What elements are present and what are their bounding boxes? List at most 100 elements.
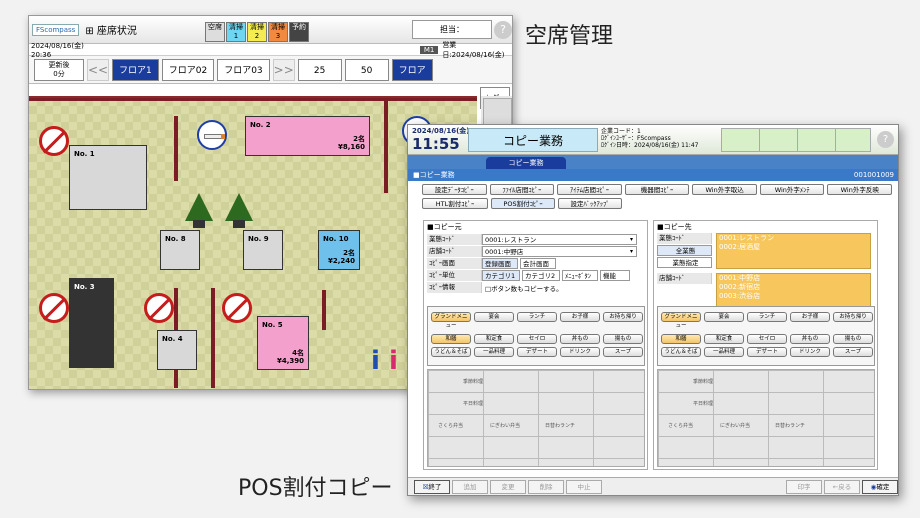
src-cat2-udon[interactable]: うどん＆そば: [431, 347, 471, 357]
exit-button[interactable]: ☒終了: [414, 479, 450, 494]
smoking-icon: [197, 120, 227, 150]
dest-menu-grid[interactable]: 季節料理 平日料理 さくら弁当 にぎわい弁当 日替わランチ: [657, 369, 875, 467]
source-header: ■コピー元: [427, 223, 462, 231]
dst-cat-grand[interactable]: グランドメニュー: [661, 312, 701, 329]
dst-cat-kids[interactable]: お子様: [790, 312, 830, 322]
next-floor-button[interactable]: >>: [272, 58, 295, 81]
add-button[interactable]: 追加: [452, 479, 488, 494]
dst-cat-takeout[interactable]: お持ち帰り: [833, 312, 873, 322]
win-gaiji-apply-button[interactable]: Win外字反映: [827, 184, 893, 195]
src-cat-kids[interactable]: お子様: [560, 312, 600, 322]
src-cat2-dessert[interactable]: デザート: [517, 347, 557, 357]
src-cat2-soup[interactable]: スープ: [603, 347, 643, 357]
file-store-copy-button[interactable]: ﾌｧｲﾙ店間ｺﾋﾟｰ: [489, 184, 555, 195]
item-store-copy-button[interactable]: ｱｲﾃﾑ店間ｺﾋﾟｰ: [557, 184, 622, 195]
prev-floor-button[interactable]: <<: [87, 58, 109, 81]
table-9[interactable]: No. 9: [243, 230, 283, 270]
tab-copy-business[interactable]: コピー業務: [486, 157, 566, 169]
dst-cat2-wateishoku[interactable]: 和定食: [704, 334, 744, 344]
win-gaiji-import-button[interactable]: Win外字取込: [692, 184, 757, 195]
wall: [174, 116, 178, 181]
footer-spacer: [604, 479, 784, 494]
dst-cat2-don[interactable]: 丼もの: [790, 334, 830, 344]
src-cat2-ippin[interactable]: 一品料理: [474, 347, 514, 357]
help-icon[interactable]: ?: [877, 131, 894, 148]
copy-title: コピー業務: [468, 128, 598, 152]
source-store-select[interactable]: 0001:中野店: [482, 246, 637, 257]
src-cat-banquet[interactable]: 宴会: [474, 312, 514, 322]
copy-button-count-checkbox[interactable]: □ボタン数もコピーする。: [482, 283, 563, 293]
pos-copy-button[interactable]: POS割付ｺﾋﾟｰ: [491, 198, 555, 209]
dest-all-gyotai-button[interactable]: 全業態: [657, 245, 712, 256]
unit-func-button[interactable]: 機能: [600, 270, 630, 281]
caption-vacancy: 空席管理: [525, 24, 614, 49]
dst-cat2-drink[interactable]: ドリンク: [790, 347, 830, 357]
src-cat2-seiro[interactable]: セイロ: [517, 334, 557, 344]
business-date: 営業日:2024/08/16(金): [442, 40, 505, 59]
dst-cat2-wazen[interactable]: 和膳: [661, 334, 701, 344]
floor-2-button[interactable]: フロア02: [161, 58, 215, 81]
dst-cat2-soup[interactable]: スープ: [833, 347, 873, 357]
num-25-button[interactable]: 25: [297, 58, 342, 81]
src-cat2-wazen[interactable]: 和膳: [431, 334, 471, 344]
section-header: ■コピー業務 001001009: [408, 169, 898, 181]
floor-nav: 更新後 0分 << フロア1 フロア02 フロア03 >> 25 50 フロア: [29, 56, 512, 84]
src-cat-grand[interactable]: グランドメニュー: [431, 312, 471, 329]
dst-cat-banquet[interactable]: 宴会: [704, 312, 744, 322]
unit-cat2-button[interactable]: カテゴリ2: [522, 270, 560, 281]
back-button[interactable]: ←戻る: [824, 479, 860, 494]
delete-button[interactable]: 削除: [528, 479, 564, 494]
src-cat2-drink[interactable]: ドリンク: [560, 347, 600, 357]
htl-copy-button[interactable]: HTL割付ｺﾋﾟｰ: [422, 198, 488, 209]
confirm-button[interactable]: ◉確定: [862, 479, 898, 494]
table-3[interactable]: No. 3: [69, 278, 114, 368]
cancel-button[interactable]: 中止: [566, 479, 602, 494]
wall: [384, 98, 388, 193]
settings-backup-button[interactable]: 設定ﾊﾞｯｸｱｯﾌﾟ: [558, 198, 622, 209]
src-cat2-age[interactable]: 揚もの: [603, 334, 643, 344]
src-cat-takeout[interactable]: お持ち帰り: [603, 312, 643, 322]
print-button[interactable]: 印字: [786, 479, 822, 494]
src-cat2-don[interactable]: 丼もの: [560, 334, 600, 344]
change-button[interactable]: 変更: [490, 479, 526, 494]
table-2[interactable]: No. 2 2名 ¥8,160: [245, 116, 370, 156]
table-1[interactable]: No. 1: [69, 145, 147, 210]
reg-screen-button[interactable]: 登録画面: [482, 258, 518, 269]
dst-cat2-ippin[interactable]: 一品料理: [704, 347, 744, 357]
src-cat2-wateishoku[interactable]: 和定食: [474, 334, 514, 344]
dst-cat2-seiro[interactable]: セイロ: [747, 334, 787, 344]
src-cat-lunch[interactable]: ランチ: [517, 312, 557, 322]
table-10[interactable]: No. 10 2名 ¥2,240: [318, 230, 360, 270]
table-4[interactable]: No. 4: [157, 330, 197, 370]
num-50-button[interactable]: 50: [344, 58, 389, 81]
floor-3-button[interactable]: フロア03: [217, 58, 270, 81]
seat-titlebar: FScompass ⊞ 座席状況 空席 清掃 1 清掃 2 清掃 3 予約 担当…: [29, 16, 512, 44]
source-menu-grid[interactable]: 季節料理 平日料理 さくら弁当 にぎわい弁当 日替わランチ: [427, 369, 645, 467]
floor-1-button[interactable]: フロア1: [112, 58, 159, 81]
table-8[interactable]: No. 8: [160, 230, 200, 270]
help-icon[interactable]: ?: [494, 21, 512, 39]
update-button[interactable]: 更新後 0分: [34, 58, 84, 81]
source-gyotai-select[interactable]: 0001:レストラン: [482, 234, 637, 245]
dst-cat2-age[interactable]: 揚もの: [833, 334, 873, 344]
table-5[interactable]: No. 5 4名 ¥4,390: [257, 316, 309, 370]
caption-pos-copy: POS割付コピー: [238, 476, 393, 501]
status-grid: [721, 128, 871, 152]
unit-cat1-button[interactable]: カテゴリ1: [482, 270, 520, 281]
dest-gyotai-list[interactable]: 0001:レストラン 0002:居酒屋: [716, 233, 871, 269]
restroom-male-icon: i: [371, 346, 380, 376]
staff-field[interactable]: 担当：: [412, 20, 492, 39]
dst-cat-lunch[interactable]: ランチ: [747, 312, 787, 322]
win-gaiji-maint-button[interactable]: Win外字ﾒﾝﾃ: [759, 184, 825, 195]
screen-code: 001001009: [853, 171, 894, 179]
unit-menu-button[interactable]: ﾒﾆｭｰﾎﾞﾀﾝ: [562, 270, 598, 281]
legend-clean-3: 清掃 3: [268, 22, 288, 42]
dst-cat2-udon[interactable]: うどん＆そば: [661, 347, 701, 357]
floor-button[interactable]: フロア: [391, 58, 433, 81]
dest-pick-gyotai-button[interactable]: 業態指定: [657, 257, 712, 268]
dest-store-list[interactable]: 0001:中野店 0002:新宿店 0003:渋谷店: [716, 273, 871, 309]
device-copy-button[interactable]: 機器間ｺﾋﾟｰ: [624, 184, 690, 195]
pay-screen-button[interactable]: 会計画面: [520, 258, 556, 269]
settings-data-copy-button[interactable]: 設定ﾃﾞｰﾀｺﾋﾟｰ: [422, 184, 487, 195]
dst-cat2-dessert[interactable]: デザート: [747, 347, 787, 357]
